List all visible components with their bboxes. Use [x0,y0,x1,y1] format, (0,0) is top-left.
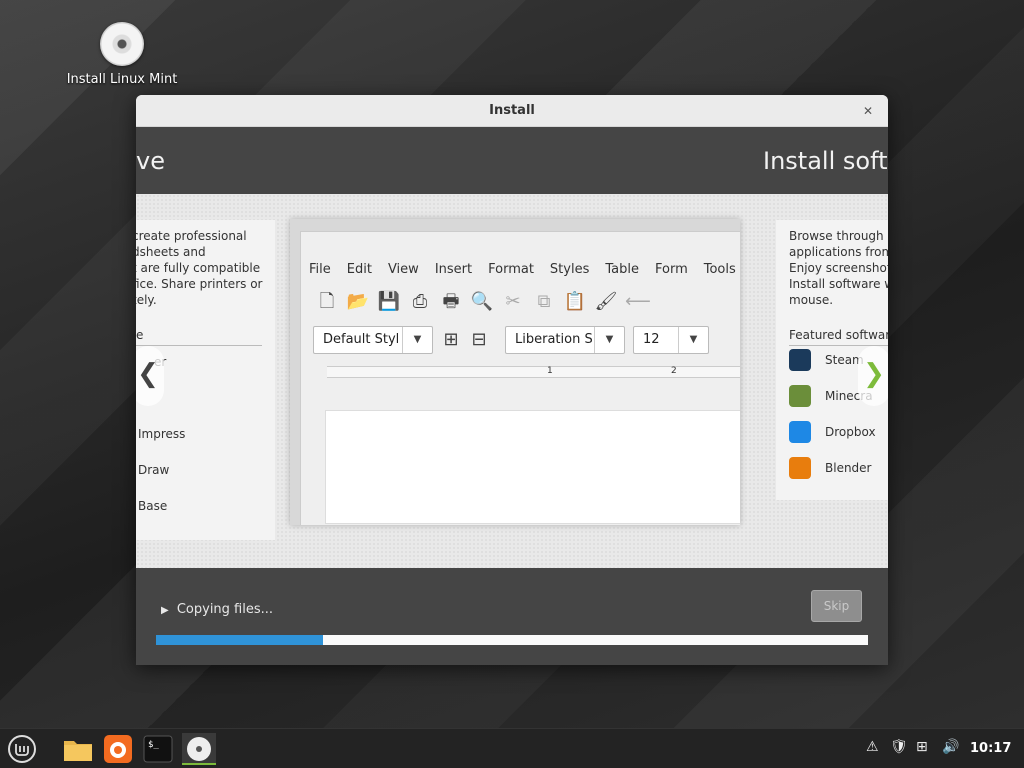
progress-status[interactable]: ▶ Copying files... [161,602,273,617]
left-item-impress: Impress [138,427,186,441]
slideshow-body: create professional dsheets and t are fu… [136,194,888,568]
clone-formatting-icon: 🖌 [594,291,618,312]
svg-text:$_: $_ [148,740,159,750]
text-line: t are fully compatible [136,261,261,275]
menu-styles: Styles [549,262,590,277]
libreoffice-window: File Edit View Insert Format Styles Tabl… [300,231,740,525]
print-preview-icon: 🔍 [470,291,494,312]
menu-edit: Edit [346,262,372,277]
paragraph-style-value: Default Styl [323,332,400,347]
right-slide-text: Browse through 30 applications from Enjo… [789,228,888,308]
chevron-down-icon: ▼ [678,327,708,353]
window-title: Install [489,103,535,118]
left-slide-text: create professional dsheets and t are fu… [136,228,275,308]
left-item-draw: Draw [138,463,170,477]
font-size-combo: 12 ▼ [633,326,709,354]
document-page [325,410,740,524]
shield-icon[interactable]: 🛡 [890,739,908,755]
desktop-icon-install-linux-mint[interactable]: Install Linux Mint [62,22,182,87]
steam-icon [789,349,811,371]
left-section-label: e [136,328,262,346]
desktop-icon-label: Install Linux Mint [66,72,178,87]
minecraft-icon [789,385,811,407]
libreoffice-toolbar: 🗋 📂 💾 ⎙ 🖶 🔍 ✂ ⧉ 📋 🖌 ⟵ [315,290,651,314]
text-line: applications from [789,245,888,259]
app-name: Blender [825,461,872,475]
network-icon[interactable]: ⊞ [916,739,928,755]
chevron-down-icon: ▼ [594,327,624,353]
text-line: dsheets and [136,245,206,259]
menu-table: Table [605,262,639,277]
slide-header: ve Install softw [136,127,888,194]
files-icon[interactable] [62,733,94,765]
formatting-toolbar: Default Styl ▼ ⊞ ⊟ Liberation S ▼ 12 ▼ [313,326,709,354]
notifications-icon[interactable]: ⚠ [866,739,879,755]
progress-bar-fill [156,635,324,645]
progress-bar [156,635,868,645]
menu-format: Format [488,262,534,277]
export-pdf-icon: ⎙ [412,291,428,312]
dropbox-icon [789,421,811,443]
libreoffice-menubar: File Edit View Insert Format Styles Tabl… [301,258,740,282]
blender-icon [789,457,811,479]
menu-view: View [387,262,419,277]
new-style-icon: ⊞ [443,329,459,350]
ruler-mark: 1 [547,366,553,376]
disc-icon [100,22,144,66]
text-line: Install software wi [789,277,888,291]
save-icon: 💾 [377,291,401,312]
undo-icon: ⟵ [625,291,651,312]
text-line: fice. Share printers or [136,277,263,291]
featured-app-dropbox: Dropbox [789,420,876,444]
new-document-icon: 🗋 [319,291,335,312]
slide-header-right: Install softw [763,147,888,175]
left-item-base: Base [138,499,168,513]
window-titlebar[interactable]: Install ✕ [136,95,888,127]
text-line: tely. [136,293,157,307]
featured-app-blender: Blender [789,456,872,480]
text-line: create professional [136,229,247,243]
copy-icon: ⧉ [537,291,551,312]
app-name: Dropbox [825,425,876,439]
firefox-icon[interactable] [102,733,134,765]
open-folder-icon: 📂 [346,291,370,312]
featured-app-steam: Steam [789,348,864,372]
installer-icon[interactable] [182,733,216,765]
menu-insert: Insert [434,262,473,277]
paragraph-style-combo: Default Styl ▼ [313,326,433,354]
clock[interactable]: 10:17 [970,741,1011,756]
menu-form: Form [654,262,688,277]
slideshow-next-button[interactable]: ❯ [858,346,888,406]
close-icon[interactable]: ✕ [858,101,878,121]
terminal-icon[interactable]: $_ [142,733,174,765]
slideshow-prev-button[interactable]: ❮ [136,346,164,406]
chevron-down-icon: ▼ [402,327,432,353]
slide-header-left: ve [136,147,165,175]
expander-triangle-icon[interactable]: ▶ [161,605,169,616]
volume-icon[interactable]: 🔊 [942,739,959,755]
ruler: 1 2 [327,366,740,378]
text-line: Browse through 30 [789,229,888,243]
ruler-mark: 2 [671,366,677,376]
font-name-value: Liberation S [515,332,593,347]
menu-file: File [309,262,331,277]
text-line: mouse. [789,293,834,307]
menu-icon[interactable] [6,733,38,765]
font-name-combo: Liberation S ▼ [505,326,625,354]
featured-software-label: Featured software [789,328,888,346]
paste-icon: 📋 [563,291,587,312]
installer-window: Install ✕ ve Install softw create profes… [136,95,888,665]
progress-area: ▶ Copying files... Skip [136,568,888,665]
cut-icon: ✂ [505,291,521,312]
print-icon: 🖶 [442,291,460,312]
taskbar: $_ ⚠ 🛡 ⊞ 🔊 10:17 [0,728,1024,768]
libreoffice-screenshot: File Edit View Insert Format Styles Tabl… [290,219,740,525]
text-line: Enjoy screenshots [789,261,888,275]
progress-status-text: Copying files... [176,602,274,617]
skip-button[interactable]: Skip [811,590,862,622]
update-style-icon: ⊟ [471,329,487,350]
font-size-value: 12 [643,332,660,347]
menu-tools: Tools [703,262,736,277]
